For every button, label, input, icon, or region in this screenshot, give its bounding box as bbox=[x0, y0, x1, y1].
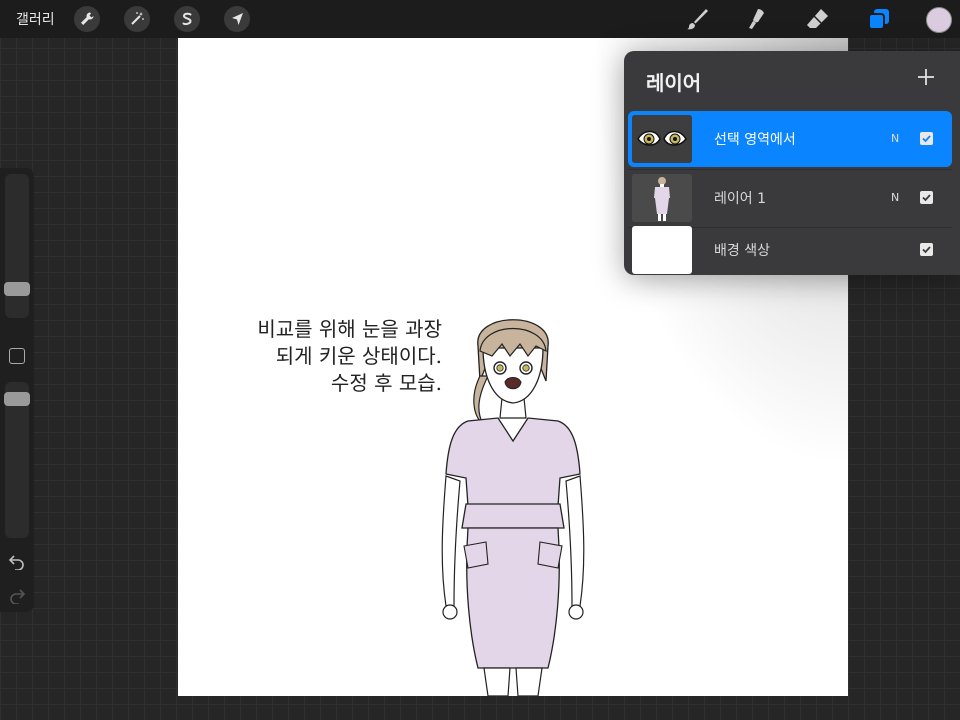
layer-visibility-checkbox[interactable] bbox=[920, 243, 933, 256]
layer-row-selection[interactable]: 선택 영역에서 N bbox=[628, 111, 952, 167]
layers-panel: 레이어 선택 영역에서 N 레이어 1 N 배경 색상 bbox=[624, 51, 960, 275]
plus-icon[interactable] bbox=[914, 65, 938, 89]
opacity-slider[interactable] bbox=[4, 382, 30, 538]
caption-line: 비교를 위해 눈을 과장 bbox=[257, 317, 442, 341]
wrench-icon bbox=[81, 12, 94, 25]
smudge-icon bbox=[749, 9, 764, 29]
actions-button[interactable] bbox=[74, 6, 100, 32]
transform-button[interactable] bbox=[224, 6, 250, 32]
caption-line: 수정 후 모습. bbox=[330, 371, 442, 395]
transform-arrow-icon bbox=[232, 13, 243, 25]
layer-thumbnail bbox=[632, 115, 692, 163]
brush-size-slider[interactable] bbox=[4, 174, 30, 318]
layers-icon bbox=[868, 9, 889, 30]
selection-s-icon bbox=[182, 12, 192, 26]
caption-line: 되게 키운 상태이다. bbox=[275, 344, 442, 368]
eyes-thumbnail bbox=[632, 115, 692, 163]
layer-thumbnail bbox=[632, 174, 692, 222]
top-toolbar: 갤러리 bbox=[0, 0, 960, 38]
magic-wand-icon bbox=[131, 12, 144, 25]
layer-name: 선택 영역에서 bbox=[714, 132, 796, 148]
smudge-button[interactable] bbox=[742, 4, 772, 34]
layer-name: 레이어 1 bbox=[714, 191, 766, 207]
layers-button[interactable] bbox=[864, 4, 894, 34]
character-illustration bbox=[441, 319, 585, 696]
redo-icon[interactable] bbox=[8, 586, 26, 604]
blend-mode-button[interactable]: N bbox=[891, 191, 899, 204]
checkmark-icon bbox=[922, 246, 931, 254]
eraser-button[interactable] bbox=[803, 4, 833, 34]
layers-panel-title: 레이어 bbox=[646, 71, 702, 95]
color-picker-swatch[interactable] bbox=[926, 7, 952, 33]
adjustments-button[interactable] bbox=[124, 6, 150, 32]
figure-thumbnail bbox=[632, 174, 692, 222]
layer-row-background[interactable]: 배경 색상 bbox=[628, 222, 952, 278]
layer-visibility-checkbox[interactable] bbox=[920, 191, 933, 204]
opacity-thumb[interactable] bbox=[4, 392, 30, 406]
checkmark-icon bbox=[922, 194, 931, 202]
eraser-icon bbox=[807, 9, 828, 28]
undo-icon[interactable] bbox=[8, 552, 26, 570]
left-sidebar bbox=[0, 168, 34, 612]
layer-row-layer1[interactable]: 레이어 1 N bbox=[628, 170, 952, 226]
modify-button[interactable] bbox=[9, 348, 25, 364]
gallery-button[interactable]: 갤러리 bbox=[16, 9, 55, 29]
layer-visibility-checkbox[interactable] bbox=[920, 132, 933, 145]
blend-mode-button[interactable]: N bbox=[891, 132, 899, 145]
canvas-caption: 비교를 위해 눈을 과장 되게 키운 상태이다. 수정 후 모습. bbox=[257, 316, 442, 397]
brush-size-thumb[interactable] bbox=[4, 282, 30, 296]
brush-icon bbox=[687, 9, 708, 30]
selection-button[interactable] bbox=[174, 6, 200, 32]
background-color-thumbnail bbox=[632, 226, 692, 274]
brush-button[interactable] bbox=[682, 4, 712, 34]
checkmark-icon bbox=[922, 135, 931, 143]
layer-name: 배경 색상 bbox=[714, 243, 770, 259]
